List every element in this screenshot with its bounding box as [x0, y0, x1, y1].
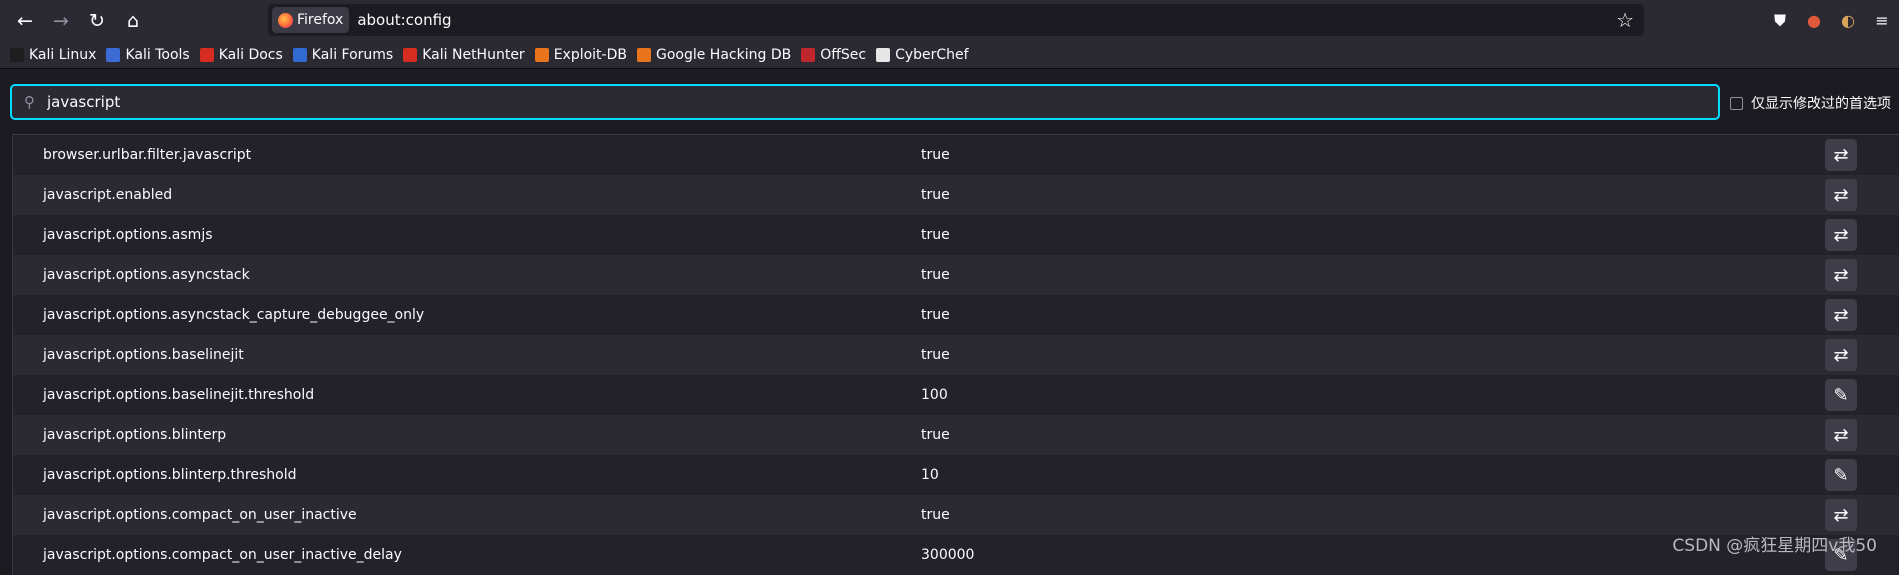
pref-row: javascript.options.blinterp true ⇄ — [13, 415, 1899, 455]
pref-row: javascript.options.asyncstack_capture_de… — [13, 295, 1899, 335]
url-text[interactable]: about:config — [357, 11, 451, 29]
pref-value[interactable]: 100 — [921, 387, 948, 403]
bookmark-favicon-icon — [292, 47, 307, 62]
pref-name: javascript.options.compact_on_user_inact… — [43, 507, 357, 523]
toggle-icon[interactable]: ⇄ — [1825, 419, 1857, 451]
show-modified-checkbox[interactable] — [1730, 96, 1743, 110]
pref-row: javascript.options.baselinejit.threshold… — [13, 375, 1899, 415]
reload-icon[interactable]: ↻ — [82, 6, 112, 36]
bookmark-favicon-icon — [199, 47, 214, 62]
extension-icon[interactable]: ● — [1797, 11, 1831, 30]
pref-row: javascript.options.baselinejit true ⇄ — [13, 335, 1899, 375]
bookmark-label: Exploit-DB — [553, 46, 627, 63]
pref-name: javascript.options.asmjs — [43, 227, 213, 243]
preferences-table: browser.urlbar.filter.javascript true ⇄ jav… — [12, 134, 1899, 575]
bookmark-favicon-icon — [636, 47, 651, 62]
bookmarks-toolbar: Kali Linux Kali Tools Kali Docs Kali Forums… — [0, 41, 1899, 69]
bookmark-item[interactable]: Google Hacking DB — [636, 46, 792, 63]
pref-name: javascript.enabled — [43, 187, 173, 203]
home-icon[interactable]: ⌂ — [118, 6, 148, 36]
pref-value[interactable]: true — [921, 147, 950, 163]
pref-row: javascript.options.blinterp.threshold 10 ✎ — [13, 455, 1899, 495]
pref-name: browser.urlbar.filter.javascript — [43, 147, 252, 163]
bookmark-favicon-icon — [534, 47, 549, 62]
bookmark-label: Kali Linux — [29, 46, 97, 63]
pref-row: javascript.enabled true ⇄ — [13, 175, 1899, 215]
toolbar-right-icons: ⛊ ● ◐ ≡ — [1763, 0, 1899, 41]
bookmark-favicon-icon — [876, 47, 891, 62]
watermark: CSDN @疯狂星期四v我50 — [1672, 536, 1877, 556]
pref-value[interactable]: true — [921, 227, 950, 243]
bookmark-item[interactable]: Kali Forums — [292, 46, 394, 63]
pref-row: javascript.options.asmjs true ⇄ — [13, 215, 1899, 255]
pref-value[interactable]: true — [921, 507, 950, 523]
pref-name: javascript.options.compact_on_user_inact… — [43, 547, 402, 563]
search-input[interactable] — [45, 92, 1649, 112]
url-bar[interactable]: Firefox about:config ☆ — [268, 4, 1644, 36]
pref-value[interactable]: 10 — [921, 467, 939, 483]
pocket-icon[interactable]: ⛊ — [1763, 11, 1797, 31]
identity-label: Firefox — [297, 12, 344, 28]
edit-icon[interactable]: ✎ — [1825, 459, 1857, 491]
bookmark-star-icon[interactable]: ☆ — [1616, 8, 1634, 32]
pref-value[interactable]: true — [921, 307, 950, 323]
forward-icon[interactable]: → — [46, 6, 76, 36]
toggle-icon[interactable]: ⇄ — [1825, 139, 1857, 171]
toggle-icon[interactable]: ⇄ — [1825, 299, 1857, 331]
pref-name: javascript.options.blinterp.threshold — [43, 467, 297, 483]
bookmark-item[interactable]: Kali NetHunter — [403, 46, 525, 63]
pref-value[interactable]: 300000 — [921, 547, 974, 563]
pref-name: javascript.options.asyncstack — [43, 267, 250, 283]
pref-name: javascript.options.baselinejit.threshold — [43, 387, 315, 403]
bookmark-label: Kali Forums — [311, 46, 394, 63]
show-modified-label: 仅显示修改过的首选项 — [1751, 96, 1891, 112]
back-icon[interactable]: ← — [10, 6, 40, 36]
search-box[interactable]: ⚲ — [10, 84, 1720, 120]
bookmark-favicon-icon — [801, 47, 816, 62]
pref-row: javascript.options.compact_on_user_inact… — [13, 495, 1899, 535]
pref-row: browser.urlbar.filter.javascript true ⇄ — [13, 135, 1899, 175]
pref-value[interactable]: true — [921, 427, 950, 443]
profile-icon[interactable]: ◐ — [1831, 11, 1865, 30]
search-icon: ⚲ — [24, 93, 35, 111]
bookmark-favicon-icon — [403, 47, 418, 62]
bookmark-item[interactable]: CyberChef — [876, 47, 969, 63]
bookmark-item[interactable]: Kali Docs — [199, 46, 283, 63]
bookmark-item[interactable]: Kali Tools — [106, 46, 190, 63]
pref-name: javascript.options.baselinejit — [43, 347, 244, 363]
bookmark-label: Kali NetHunter — [422, 46, 525, 63]
bookmark-label: Google Hacking DB — [655, 46, 792, 63]
toggle-icon[interactable]: ⇄ — [1825, 499, 1857, 531]
bookmark-item[interactable]: Kali Linux — [10, 47, 96, 63]
edit-icon[interactable]: ✎ — [1825, 379, 1857, 411]
toggle-icon[interactable]: ⇄ — [1825, 339, 1857, 371]
pref-row: javascript.options.asyncstack true ⇄ — [13, 255, 1899, 295]
bookmark-favicon-icon — [10, 47, 24, 62]
pref-name: javascript.options.asyncstack_capture_de… — [43, 307, 425, 323]
menu-icon[interactable]: ≡ — [1865, 11, 1899, 30]
navigation-toolbar: ← → ↻ ⌂ Firefox about:config ☆ ⛊ ● ◐ ≡ — [0, 0, 1899, 41]
pref-row: javascript.options.compact_on_user_inact… — [13, 535, 1899, 575]
toggle-icon[interactable]: ⇄ — [1825, 259, 1857, 291]
firefox-logo-icon — [278, 12, 293, 28]
bookmark-label: CyberChef — [895, 46, 969, 63]
bookmark-favicon-icon — [106, 47, 121, 62]
bookmark-label: Kali Docs — [218, 46, 283, 63]
bookmark-label: OffSec — [820, 46, 867, 63]
pref-name: javascript.options.blinterp — [43, 427, 227, 443]
pref-value[interactable]: true — [921, 187, 950, 203]
identity-box[interactable]: Firefox — [272, 7, 350, 33]
bookmark-label: Kali Tools — [125, 46, 190, 63]
bookmark-item[interactable]: OffSec — [801, 47, 866, 63]
toggle-icon[interactable]: ⇄ — [1825, 179, 1857, 211]
show-modified-toggle[interactable]: 仅显示修改过的首选项 — [1730, 93, 1891, 113]
bookmark-item[interactable]: Exploit-DB — [534, 46, 627, 63]
pref-value[interactable]: true — [921, 267, 950, 283]
pref-value[interactable]: true — [921, 347, 950, 363]
toggle-icon[interactable]: ⇄ — [1825, 219, 1857, 251]
